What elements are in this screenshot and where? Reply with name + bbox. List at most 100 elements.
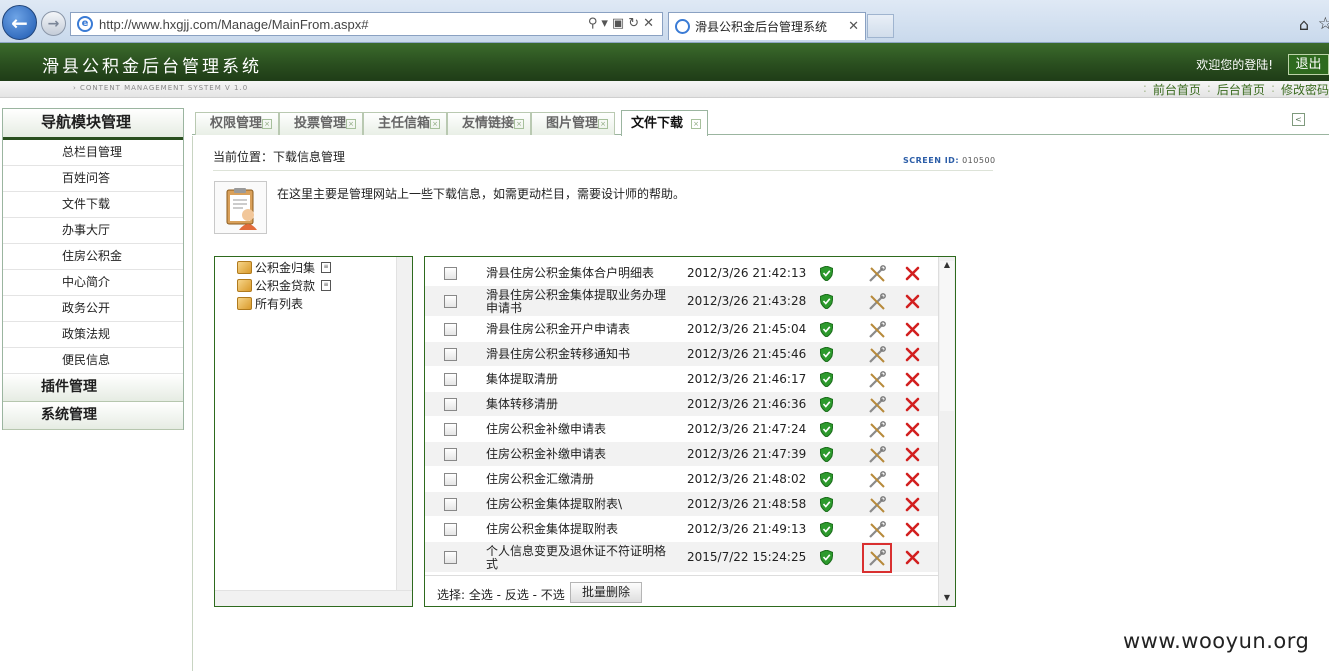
shield-check-icon[interactable] (819, 520, 834, 538)
tab-director-mailbox[interactable]: 主任信箱 × (363, 112, 447, 135)
delete-x-icon[interactable] (905, 322, 920, 337)
forward-arrow-icon[interactable]: → (41, 11, 66, 36)
search-refresh-stop-icons[interactable]: ⚲▾▣↻✕ (588, 16, 658, 31)
shield-check-icon[interactable] (819, 345, 834, 363)
close-icon[interactable]: ✕ (848, 19, 859, 34)
row-checkbox[interactable] (444, 294, 457, 308)
row-checkbox[interactable] (444, 422, 457, 436)
shield-check-icon[interactable] (819, 292, 834, 310)
address-url[interactable]: http://www.hxgjj.com/Manage/MainFrom.asp… (99, 17, 369, 32)
row-checkbox[interactable] (444, 550, 457, 564)
delete-x-icon[interactable] (905, 372, 920, 387)
delete-x-icon[interactable] (905, 397, 920, 412)
vertical-scrollbar[interactable] (396, 257, 412, 591)
vertical-scrollbar[interactable]: ▲ ▼ (938, 257, 955, 606)
delete-x-icon[interactable] (905, 347, 920, 362)
batch-delete-button[interactable]: 批量删除 (570, 582, 642, 603)
home-icon[interactable]: ⌂ (1299, 15, 1309, 34)
sub-header: › CONTENT MANAGEMENT SYSTEM V 1.0 : 前台首页… (0, 81, 1329, 98)
scroll-down-arrow-icon[interactable]: ▼ (941, 592, 953, 604)
sidebar-section-plugins[interactable]: 插件管理 (3, 374, 183, 402)
collapse-panel-icon[interactable]: < (1292, 113, 1305, 126)
select-options[interactable]: 选择: 全选 - 反选 - 不选 (437, 586, 565, 603)
row-checkbox[interactable] (444, 322, 457, 336)
scroll-up-arrow-icon[interactable]: ▲ (941, 259, 953, 271)
close-icon[interactable]: × (430, 119, 440, 129)
edit-tools-icon[interactable] (868, 370, 886, 389)
change-password-link[interactable]: 修改密码 (1281, 81, 1329, 98)
tab-permissions[interactable]: 权限管理 × (195, 112, 279, 135)
browser-tab[interactable]: 滑县公积金后台管理系统 ✕ (668, 12, 866, 40)
sidebar-item-policies[interactable]: 政策法规 (3, 322, 183, 348)
tab-votes[interactable]: 投票管理 × (279, 112, 363, 135)
sidebar-section-nav[interactable]: 导航模块管理 (3, 109, 183, 140)
shield-check-icon[interactable] (819, 420, 834, 438)
row-checkbox[interactable] (444, 497, 457, 511)
edit-tools-icon[interactable] (868, 470, 886, 489)
close-icon[interactable]: × (346, 119, 356, 129)
sidebar-item-public-info[interactable]: 便民信息 (3, 348, 183, 374)
close-icon[interactable]: × (262, 119, 272, 129)
tab-file-download[interactable]: 文件下载 × (621, 110, 708, 136)
edit-tools-icon[interactable] (868, 420, 886, 439)
shield-check-icon[interactable] (819, 445, 834, 463)
edit-tools-icon[interactable] (868, 292, 886, 311)
tab-friend-links[interactable]: 友情链接 × (447, 112, 531, 135)
sidebar-item-file-download[interactable]: 文件下载 (3, 192, 183, 218)
edit-tools-icon[interactable] (868, 320, 886, 339)
edit-tools-icon[interactable] (862, 542, 892, 573)
tree-item-fund-collection[interactable]: 公积金归集 ≡ (237, 258, 332, 276)
edit-tools-icon[interactable] (868, 495, 886, 514)
row-checkbox[interactable] (444, 522, 457, 536)
edit-tools-icon[interactable] (868, 395, 886, 414)
delete-x-icon[interactable] (905, 447, 920, 462)
sidebar-item-service-hall[interactable]: 办事大厅 (3, 218, 183, 244)
shield-check-icon[interactable] (819, 495, 834, 513)
backend-home-link[interactable]: 后台首页 (1217, 81, 1265, 98)
delete-x-icon[interactable] (905, 522, 920, 537)
logout-button[interactable]: 退出 (1288, 54, 1329, 75)
row-checkbox[interactable] (444, 347, 457, 361)
edit-tools-icon[interactable] (868, 264, 886, 283)
close-icon[interactable]: × (691, 119, 701, 129)
shield-check-icon[interactable] (819, 370, 834, 388)
delete-x-icon[interactable] (905, 550, 920, 565)
scrollbar-thumb[interactable] (940, 261, 954, 411)
horizontal-scrollbar[interactable] (215, 590, 412, 606)
sidebar-item-about[interactable]: 中心简介 (3, 270, 183, 296)
row-checkbox[interactable] (444, 397, 457, 411)
shield-check-icon[interactable] (819, 470, 834, 488)
edit-tools-icon[interactable] (868, 345, 886, 364)
edit-tools-icon[interactable] (868, 445, 886, 464)
sidebar-item-housing-fund[interactable]: 住房公积金 (3, 244, 183, 270)
tree-item-fund-loans[interactable]: 公积金贷款 ≡ (237, 276, 332, 294)
shield-check-icon[interactable] (819, 395, 834, 413)
system-version: › CONTENT MANAGEMENT SYSTEM V 1.0 (73, 84, 249, 92)
delete-x-icon[interactable] (905, 422, 920, 437)
shield-check-icon[interactable] (819, 548, 834, 566)
row-checkbox[interactable] (444, 447, 457, 461)
sidebar-section-system[interactable]: 系统管理 (3, 402, 183, 430)
delete-x-icon[interactable] (905, 266, 920, 281)
favorites-star-icon[interactable]: ☆ (1318, 14, 1329, 34)
sidebar-item-qa[interactable]: 百姓问答 (3, 166, 183, 192)
close-icon[interactable]: × (514, 119, 524, 129)
delete-x-icon[interactable] (905, 294, 920, 309)
tab-images[interactable]: 图片管理 × (531, 112, 615, 135)
sidebar-item-all-columns[interactable]: 总栏目管理 (3, 140, 183, 166)
delete-x-icon[interactable] (905, 472, 920, 487)
new-tab-button[interactable] (867, 14, 894, 38)
row-checkbox[interactable] (444, 372, 457, 386)
row-checkbox[interactable] (444, 472, 457, 486)
tree-item-all-lists[interactable]: 所有列表 (237, 294, 303, 312)
row-checkbox[interactable] (444, 266, 457, 280)
shield-check-icon[interactable] (819, 264, 834, 282)
back-arrow-icon[interactable]: ← (2, 5, 37, 40)
shield-check-icon[interactable] (819, 320, 834, 338)
delete-x-icon[interactable] (905, 497, 920, 512)
close-icon[interactable]: × (598, 119, 608, 129)
frontend-home-link[interactable]: 前台首页 (1153, 81, 1201, 98)
edit-tools-icon[interactable] (868, 520, 886, 539)
sidebar-item-public-affairs[interactable]: 政务公开 (3, 296, 183, 322)
address-bar[interactable]: e http://www.hxgjj.com/Manage/MainFrom.a… (70, 12, 663, 36)
